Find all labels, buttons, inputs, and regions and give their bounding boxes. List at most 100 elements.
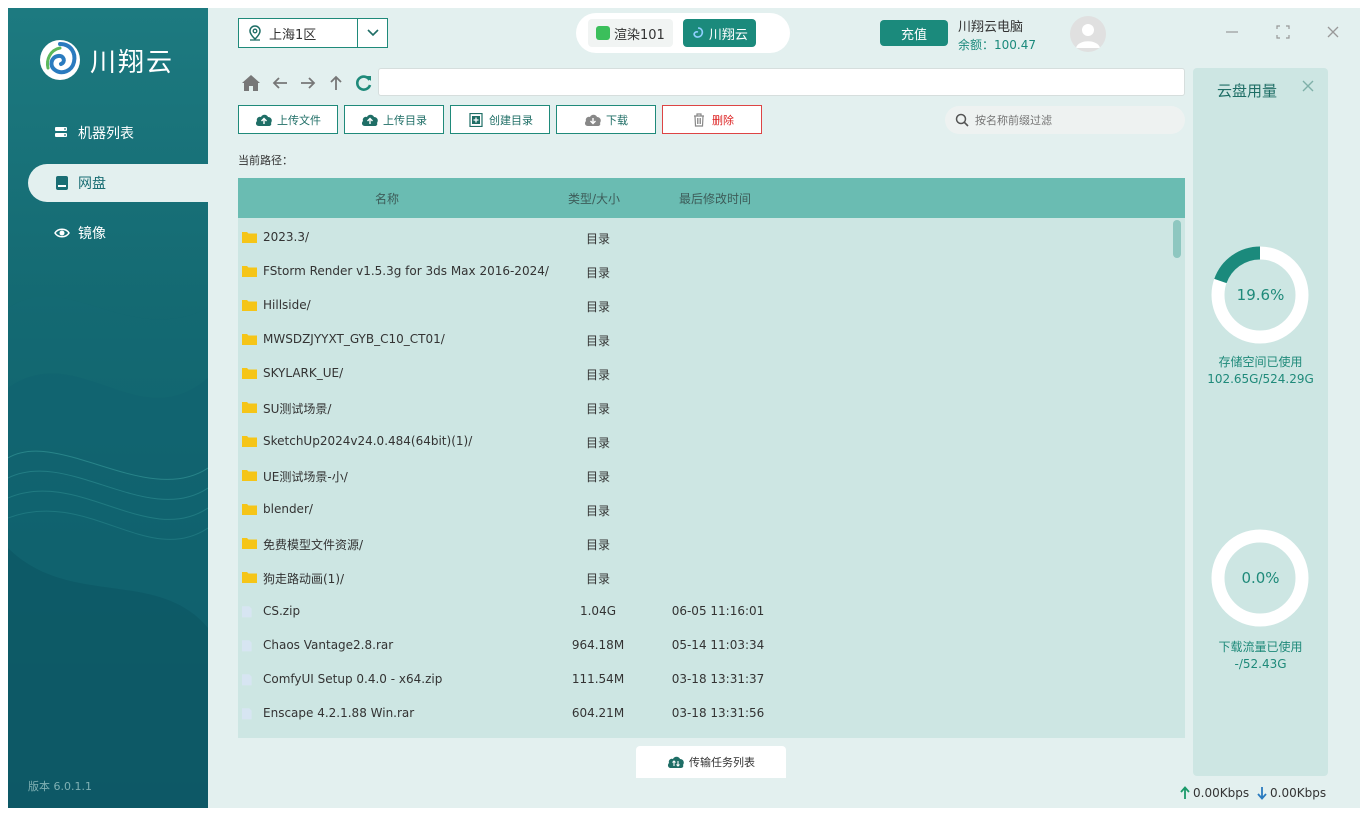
close-button[interactable] bbox=[1323, 22, 1343, 42]
user-avatar-icon bbox=[1076, 24, 1100, 48]
file-icon bbox=[242, 606, 252, 618]
recharge-button[interactable]: 充值 bbox=[880, 20, 948, 46]
file-icon bbox=[242, 674, 252, 686]
minimize-button[interactable] bbox=[1222, 22, 1242, 42]
row-type-size: 目录 bbox=[585, 300, 610, 314]
sidebar-item-machines[interactable]: 机器列表 bbox=[28, 114, 208, 152]
forward-button[interactable] bbox=[297, 72, 319, 94]
row-name: SketchUp2024v24.0.484(64bit)(1)/ bbox=[263, 434, 473, 448]
tab-label: 川翔云 bbox=[708, 27, 748, 43]
row-type-size: 目录 bbox=[585, 334, 610, 348]
path-input[interactable] bbox=[378, 68, 1185, 96]
avatar[interactable] bbox=[1070, 16, 1106, 52]
sidebar-item-netdisk[interactable]: 网盘 bbox=[28, 164, 208, 202]
current-path-label: 当前路径： bbox=[238, 154, 293, 167]
table-row[interactable]: 狗走路动画(1)/ 目录 bbox=[238, 560, 1173, 594]
traffic-value: -/52.43G bbox=[1234, 657, 1287, 671]
table-row[interactable]: CS.zip 1.04G 06-05 11:16:01 bbox=[238, 594, 1173, 628]
button-label: 删除 bbox=[712, 113, 734, 127]
table-row[interactable]: FStorm Render v1.5.3g for 3ds Max 2016-2… bbox=[238, 254, 1173, 288]
search-input[interactable] bbox=[975, 113, 1185, 127]
home-button[interactable] bbox=[240, 72, 262, 94]
folder-icon bbox=[242, 402, 257, 413]
table-row[interactable]: SketchUp2024v24.0.484(64bit)(1)/ 目录 bbox=[238, 424, 1173, 458]
sidebar-item-images[interactable]: 镜像 bbox=[28, 214, 208, 252]
row-type-size: 目录 bbox=[585, 538, 610, 552]
row-name: 狗走路动画(1)/ bbox=[263, 572, 345, 586]
refresh-icon bbox=[356, 75, 372, 91]
close-icon bbox=[1302, 80, 1314, 92]
cloud-upload-icon bbox=[361, 114, 378, 126]
arrow-up-icon bbox=[330, 75, 342, 90]
maximize-button[interactable] bbox=[1273, 22, 1293, 42]
column-header-type-size[interactable]: 类型/大小 bbox=[568, 190, 620, 207]
region-select[interactable]: 上海1区 bbox=[238, 18, 388, 48]
row-name: SKYLARK_UE/ bbox=[263, 366, 344, 380]
folder-icon bbox=[242, 368, 257, 379]
row-name: SU测试场景/ bbox=[263, 402, 332, 416]
row-type-size: 111.54M bbox=[571, 672, 625, 686]
transfer-list-button[interactable]: 传输任务列表 bbox=[636, 746, 786, 778]
upload-file-button[interactable]: 上传文件 bbox=[238, 105, 338, 134]
table-row[interactable]: MWSDZJYYXT_GYB_C10_CT01/目录 bbox=[238, 322, 1173, 356]
scrollbar-thumb[interactable] bbox=[1173, 220, 1181, 258]
chuanxiangyun-icon bbox=[693, 27, 703, 38]
search-box bbox=[945, 106, 1185, 134]
column-header-modified[interactable]: 最后修改时间 bbox=[679, 190, 751, 207]
table-row[interactable]: Hillside/目录 bbox=[238, 288, 1173, 322]
folder-icon bbox=[242, 436, 257, 447]
column-header-name[interactable]: 名称 bbox=[375, 190, 399, 207]
chevron-down-icon[interactable] bbox=[357, 19, 387, 47]
row-name: 2023.3/ bbox=[263, 230, 310, 244]
refresh-button[interactable] bbox=[353, 72, 375, 94]
row-name: Chaos Vantage2.8.rar bbox=[263, 638, 394, 652]
row-name: FStorm Render v1.5.3g for 3ds Max 2016-2… bbox=[263, 264, 549, 278]
upload-dir-button[interactable]: 上传目录 bbox=[344, 105, 444, 134]
tab-label: 渲染101 bbox=[614, 27, 665, 43]
table-row[interactable]: 免费模型文件资源/目录 bbox=[238, 526, 1173, 560]
sidebar-item-label: 机器列表 bbox=[78, 126, 134, 142]
row-type-size: 1.04G bbox=[579, 604, 617, 618]
row-type-size: 目录 bbox=[585, 402, 610, 416]
sidebar-item-label: 网盘 bbox=[78, 176, 106, 192]
download-speed: 0.00Kbps bbox=[1257, 786, 1326, 800]
row-type-size: 目录 bbox=[585, 572, 610, 586]
balance: 余额：100.47 bbox=[958, 38, 1036, 52]
row-type-size: 目录 bbox=[585, 436, 610, 450]
storage-used-arc bbox=[1214, 246, 1261, 284]
sidebar: 川翔云 机器列表 网盘 镜像 版本 6.0.1.1 bbox=[8, 8, 208, 808]
table-header: 名称 类型/大小 最后修改时间 bbox=[238, 178, 1185, 218]
usage-panel-close-button[interactable] bbox=[1302, 80, 1314, 96]
app-window: 川翔云 机器列表 网盘 镜像 版本 6.0.1.1 上海1区 渲染101 川翔云… bbox=[8, 8, 1360, 808]
row-type-size: 目录 bbox=[585, 232, 610, 246]
table-row[interactable]: SU测试场景/目录 bbox=[238, 390, 1173, 424]
table-row[interactable]: blender/目录 bbox=[238, 492, 1173, 526]
table-row[interactable]: SKYLARK_UE/目录 bbox=[238, 356, 1173, 390]
folder-icon bbox=[242, 504, 257, 515]
row-type-size: 目录 bbox=[585, 368, 610, 382]
tab-render101[interactable]: 渲染101 bbox=[588, 19, 673, 47]
version-label: 版本 6.0.1.1 bbox=[28, 780, 92, 793]
table-row[interactable]: UE测试场景-小/目录 bbox=[238, 458, 1173, 492]
traffic-label: 下载流量已使用 bbox=[1218, 640, 1303, 654]
delete-button[interactable]: 删除 bbox=[662, 105, 762, 134]
tab-chuanxiangyun[interactable]: 川翔云 bbox=[682, 19, 756, 47]
create-dir-button[interactable]: 创建目录 bbox=[450, 105, 550, 134]
row-name: ComfyUI Setup 0.4.0 - x64.zip bbox=[263, 672, 443, 686]
table-row[interactable]: Chaos Vantage2.8.rar 964.18M 05-14 11:03:3… bbox=[238, 628, 1173, 662]
image-icon bbox=[54, 228, 70, 238]
up-button[interactable] bbox=[325, 72, 347, 94]
trash-icon bbox=[694, 112, 704, 127]
button-label: 下载 bbox=[606, 113, 628, 127]
arrow-left-icon bbox=[272, 77, 287, 89]
table-row[interactable]: 2023.3/目录 bbox=[238, 220, 1173, 254]
back-button[interactable] bbox=[269, 72, 291, 94]
folder-icon bbox=[242, 266, 257, 277]
usage-panel-title: 云盘用量 bbox=[1217, 82, 1278, 100]
table-row[interactable]: ComfyUI Setup 0.4.0 - x64.zip 111.54M 03-1… bbox=[238, 662, 1173, 696]
table-row[interactable]: Enscape 4.2.1.88 Win.rar 604.21M 03-18 13:… bbox=[238, 696, 1173, 730]
file-icon bbox=[242, 640, 252, 652]
logo-swirl-icon bbox=[40, 40, 80, 80]
storage-label: 存储空间已使用 bbox=[1218, 355, 1303, 369]
download-button[interactable]: 下载 bbox=[556, 105, 656, 134]
